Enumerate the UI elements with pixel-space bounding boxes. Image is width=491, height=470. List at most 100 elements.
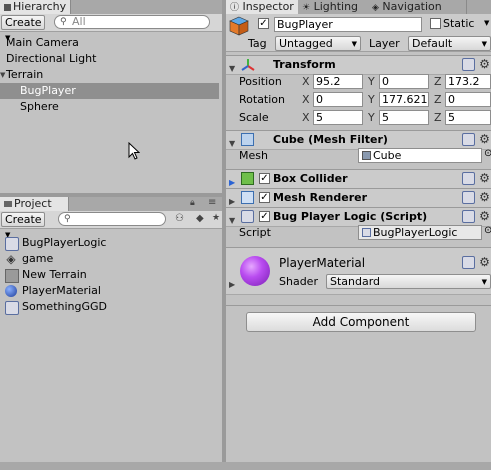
project-create-dropdown[interactable]: Create ▼ [1, 212, 45, 239]
position-z-field[interactable]: 173.2 [445, 74, 491, 89]
asset-item-game[interactable]: ◈ game [0, 251, 222, 267]
gear-icon[interactable]: ⚙ [478, 133, 491, 146]
script-enabled-checkbox[interactable]: ✓ [259, 211, 270, 222]
gear-icon[interactable]: ⚙ [478, 172, 491, 185]
object-picker-icon[interactable]: ⊙ [484, 148, 491, 159]
mesh-object-field[interactable]: Cube [358, 148, 482, 163]
scale-y-field[interactable]: 5 [379, 110, 429, 125]
filter-by-label-icon[interactable]: ◆ [196, 213, 204, 224]
inspector-tab-label: Inspector [242, 0, 294, 13]
mesh-renderer-enabled-checkbox[interactable]: ✓ [259, 192, 270, 203]
asset-label: BugPlayerLogic [22, 236, 107, 249]
star-icon[interactable]: ★ [212, 213, 220, 223]
asset-item-playermaterial[interactable]: PlayerMaterial [0, 283, 222, 299]
mesh-label: Mesh [239, 149, 268, 162]
tab-lighting[interactable]: ☀ Lighting [298, 0, 377, 14]
fold-arrow-icon[interactable]: ▶ [229, 280, 235, 289]
hierarchy-item-sphere[interactable]: Sphere [0, 99, 222, 115]
position-x-axis-label[interactable]: X [302, 75, 310, 88]
rotation-x-axis-label[interactable]: X [302, 93, 310, 106]
mesh-filter-header[interactable]: ▼ Cube (Mesh Filter) ⚙ [226, 130, 491, 150]
scale-x-axis-label[interactable]: X [302, 111, 310, 124]
material-preview-sphere[interactable] [240, 256, 270, 286]
script-icon [5, 301, 19, 315]
scale-z-field[interactable]: 5 [445, 110, 491, 125]
hierarchy-tab-icon [4, 3, 11, 11]
hierarchy-search-input[interactable]: ⚲ All [54, 15, 210, 29]
fold-arrow-icon[interactable]: ▼ [0, 67, 5, 83]
script-component-header[interactable]: ▼ ✓ Bug Player Logic (Script) ⚙ [226, 207, 491, 227]
scale-y-axis-label[interactable]: Y [368, 111, 375, 124]
box-collider-header[interactable]: ▶ ✓ Box Collider ⚙ [226, 169, 491, 189]
tag-dropdown[interactable]: Untagged ▼ [275, 36, 361, 51]
mesh-renderer-header[interactable]: ▶ ✓ Mesh Renderer ⚙ [226, 188, 491, 208]
static-checkbox[interactable] [430, 18, 441, 29]
tab-navigation[interactable]: ◈ Navigation [368, 0, 467, 14]
gear-icon[interactable]: ⚙ [478, 58, 491, 71]
help-book-icon[interactable] [462, 210, 475, 223]
help-book-icon[interactable] [462, 133, 475, 146]
project-panel: Project 🔒︎ ≡ Create ▼ ⚲ ⚇ ◆ ★ BugPlayerL… [0, 197, 222, 470]
help-book-icon[interactable] [462, 191, 475, 204]
separator [226, 305, 491, 306]
rotation-z-axis-label[interactable]: Z [434, 93, 442, 106]
project-create-label: Create [5, 213, 42, 226]
tab-hierarchy[interactable]: Hierarchy [0, 0, 72, 14]
help-book-icon[interactable] [462, 256, 475, 269]
help-book-icon[interactable] [462, 172, 475, 185]
transform-title: Transform [273, 58, 336, 71]
hierarchy-item-directional-light[interactable]: Directional Light [0, 51, 222, 67]
hierarchy-create-dropdown[interactable]: Create ▼ [1, 15, 45, 42]
script-value: BugPlayerLogic [373, 226, 458, 239]
tab-inspector[interactable]: ⓘ Inspector [226, 0, 307, 14]
transform-header[interactable]: ▼ Transform ⚙ [226, 55, 491, 75]
asset-item-somethingggd[interactable]: SomethingGGD [0, 299, 222, 315]
rotation-y-axis-label[interactable]: Y [368, 93, 375, 106]
hierarchy-item-main-camera[interactable]: Main Camera [0, 35, 222, 51]
hierarchy-item-label: Sphere [20, 100, 59, 113]
object-picker-icon[interactable]: ⊙ [484, 225, 491, 236]
layer-dropdown[interactable]: Default ▼ [408, 36, 491, 51]
static-dropdown-icon[interactable]: ▼ [484, 19, 489, 27]
material-name: PlayerMaterial [279, 256, 366, 270]
scale-z-axis-label[interactable]: Z [434, 111, 442, 124]
box-collider-enabled-checkbox[interactable]: ✓ [259, 173, 270, 184]
object-name-input[interactable]: BugPlayer [274, 17, 422, 32]
gameobject-cube-icon [229, 16, 249, 36]
mesh-renderer-icon [241, 191, 254, 204]
rotation-z-field[interactable]: 0 [445, 92, 491, 107]
filter-by-type-icon[interactable]: ⚇ [175, 213, 184, 224]
shader-dropdown[interactable]: Standard ▼ [326, 274, 491, 289]
position-z-axis-label[interactable]: Z [434, 75, 442, 88]
fold-arrow-icon[interactable]: ▼ [229, 60, 235, 77]
folder-icon [4, 201, 12, 207]
add-component-button[interactable]: Add Component [246, 312, 476, 332]
gear-icon[interactable]: ⚙ [478, 191, 491, 204]
hierarchy-item-bugplayer[interactable]: BugPlayer [0, 83, 219, 99]
scale-x-field[interactable]: 5 [313, 110, 363, 125]
help-book-icon[interactable] [462, 58, 475, 71]
position-y-axis-label[interactable]: Y [368, 75, 375, 88]
script-object-field[interactable]: BugPlayerLogic [358, 225, 482, 240]
tab-project[interactable]: Project [0, 197, 69, 211]
info-icon: ⓘ [230, 3, 240, 13]
hierarchy-item-terrain[interactable]: ▼ Terrain [0, 67, 222, 83]
rotation-x-field[interactable]: 0 [313, 92, 363, 107]
lock-icon[interactable]: 🔒︎ [190, 198, 195, 208]
script-icon [241, 210, 254, 223]
gear-icon[interactable]: ⚙ [478, 256, 491, 269]
object-active-checkbox[interactable]: ✓ [258, 18, 269, 29]
position-x-field[interactable]: 95.2 [313, 74, 363, 89]
gear-icon[interactable]: ⚙ [478, 210, 491, 223]
navigation-icon: ◈ [372, 3, 379, 13]
layer-value: Default [412, 37, 453, 50]
asset-item-new-terrain[interactable]: New Terrain [0, 267, 222, 283]
hierarchy-item-label: Main Camera [6, 36, 79, 49]
asset-item-bugplayerlogic[interactable]: BugPlayerLogic [0, 235, 222, 251]
panel-menu-icon[interactable]: ≡ [208, 197, 216, 208]
rotation-y-field[interactable]: 177.621 [379, 92, 429, 107]
position-y-field[interactable]: 0 [379, 74, 429, 89]
project-search-input[interactable]: ⚲ [58, 212, 166, 226]
fold-arrow-icon[interactable]: ▼ [229, 135, 235, 152]
fold-arrow-icon[interactable]: ▼ [229, 212, 235, 229]
